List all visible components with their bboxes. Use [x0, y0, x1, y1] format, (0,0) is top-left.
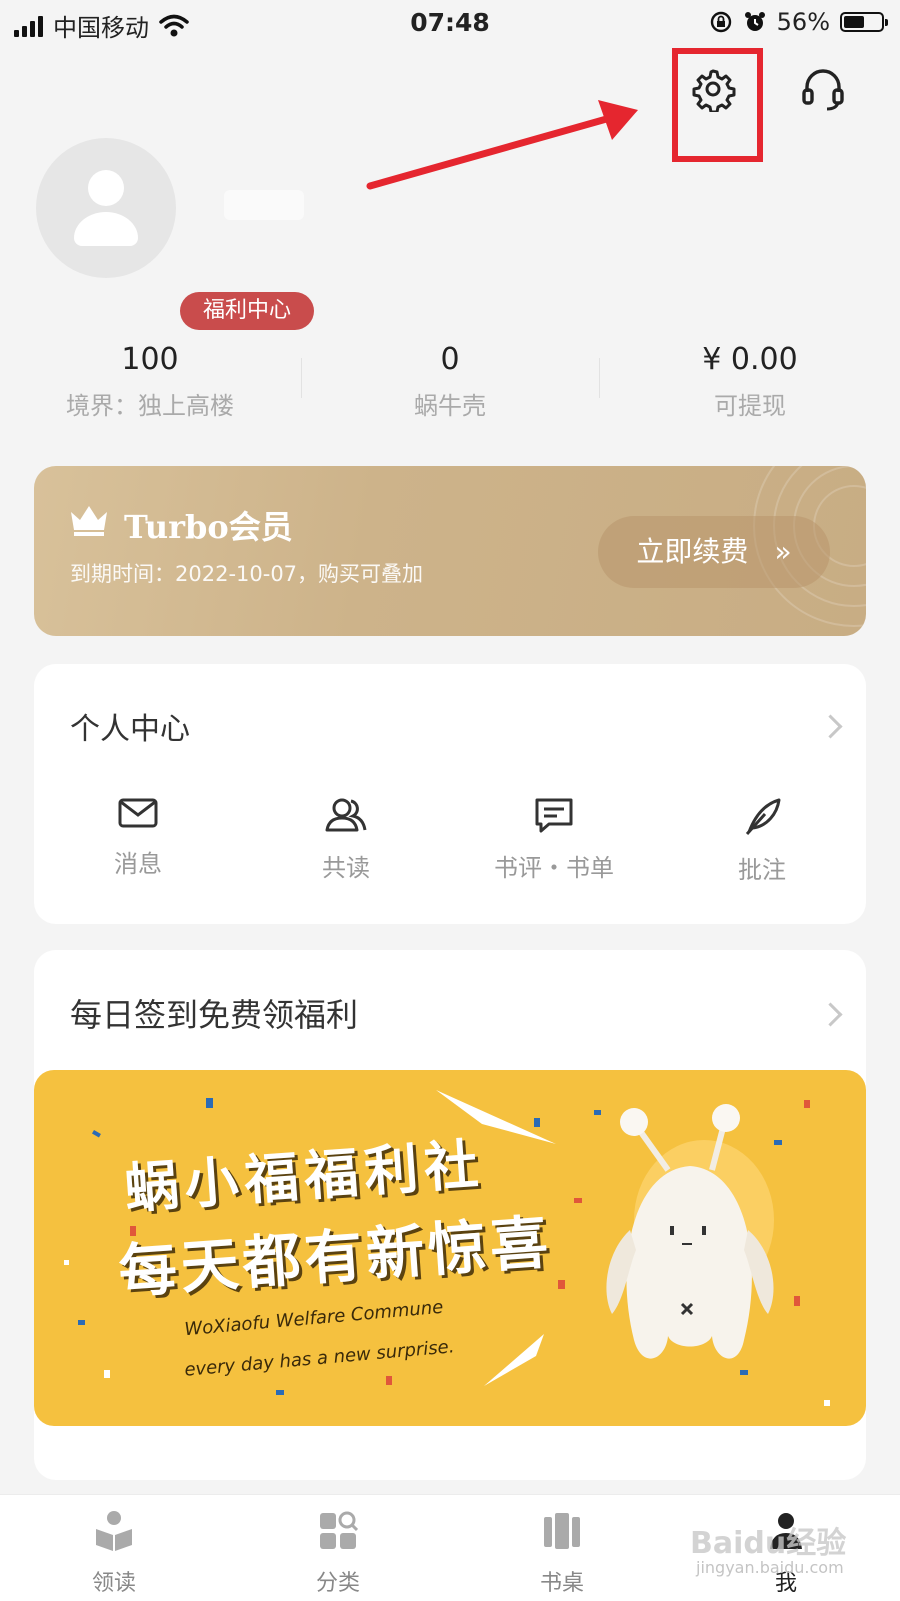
tab-label: 领读	[91, 1571, 136, 1596]
pc-item-label: 消息	[114, 850, 162, 878]
tab-lead-read[interactable]: 领读	[54, 1509, 174, 1597]
personal-center-card: 个人中心 消息 共读 书评・书单 批注	[34, 664, 866, 924]
default-user-icon	[74, 170, 138, 246]
checkin-title[interactable]: 每日签到免费领福利	[70, 990, 358, 1036]
personal-center-title[interactable]: 个人中心	[70, 704, 190, 748]
annotation-highlight-box	[672, 48, 763, 162]
category-icon	[320, 1511, 359, 1549]
vip-title: Turbo会员	[124, 508, 293, 546]
feather-icon	[745, 798, 781, 836]
bookshelf-icon	[544, 1513, 580, 1549]
chevron-right-icon[interactable]	[818, 714, 843, 739]
book-reader-icon	[96, 1511, 132, 1551]
double-chevron-icon: »	[774, 535, 792, 568]
tab-bookshelf[interactable]: 书桌	[502, 1509, 622, 1597]
pc-item-label: 批注	[738, 856, 786, 884]
watermark-url: jingyan.baidu.com	[696, 1558, 844, 1577]
comment-icon	[535, 798, 573, 833]
watermark: Baidu经验	[690, 1526, 847, 1561]
vip-expiry: 到期时间：2022-10-07，购买可叠加	[70, 562, 424, 586]
rotation-lock-icon	[710, 11, 731, 33]
pc-item-reviews[interactable]: 书评・书单	[454, 796, 654, 883]
stat-value: ¥ 0.00	[702, 342, 798, 377]
stat-level[interactable]: 100 境界：独上高楼	[0, 342, 300, 421]
pc-item-coread[interactable]: 共读	[246, 796, 446, 883]
stat-label: 蜗牛壳	[414, 392, 486, 420]
stat-label: 可提现	[714, 392, 786, 420]
welfare-banner[interactable]: 蜗小福福利社 每天都有新惊喜 WoXiaofu Welfare Commune …	[34, 1070, 866, 1426]
tab-label: 分类	[315, 1571, 360, 1596]
username-redacted	[224, 190, 304, 220]
crown-icon	[71, 506, 107, 536]
headset-icon	[802, 69, 844, 111]
mascot-illustration	[606, 1104, 774, 1359]
pc-item-label: 共读	[322, 854, 370, 882]
people-icon	[325, 798, 367, 832]
status-right: 56%	[709, 8, 888, 36]
avatar[interactable]	[36, 138, 176, 278]
alarm-icon	[744, 12, 765, 31]
renew-button[interactable]: 立即续费 »	[598, 516, 830, 588]
tab-category[interactable]: 分类	[278, 1509, 398, 1597]
stat-value: 100	[121, 342, 179, 377]
renew-label: 立即续费	[636, 535, 749, 568]
stat-snail-shell[interactable]: 0 蜗牛壳	[300, 342, 600, 421]
tab-label: 书桌	[539, 1571, 584, 1596]
stat-value: 0	[440, 342, 460, 377]
battery-percent: 56%	[776, 8, 830, 36]
welfare-center-badge[interactable]: 福利中心	[180, 292, 314, 330]
pc-item-messages[interactable]: 消息	[38, 796, 238, 879]
pc-item-label: 书评・书单	[494, 854, 614, 882]
stat-withdrawable[interactable]: ¥ 0.00 可提现	[600, 342, 900, 421]
mail-icon	[118, 798, 158, 828]
annotation-arrow	[366, 100, 638, 190]
pc-item-annotations[interactable]: 批注	[662, 796, 862, 885]
customer-service-button[interactable]	[800, 66, 846, 112]
vip-card[interactable]: Turbo会员 到期时间：2022-10-07，购买可叠加 立即续费 »	[34, 466, 866, 636]
battery-icon	[840, 12, 888, 32]
chevron-right-icon[interactable]	[818, 1002, 843, 1027]
status-bar: 中国移动 07:48 56%	[0, 0, 900, 48]
stat-label: 境界：独上高楼	[66, 392, 234, 420]
